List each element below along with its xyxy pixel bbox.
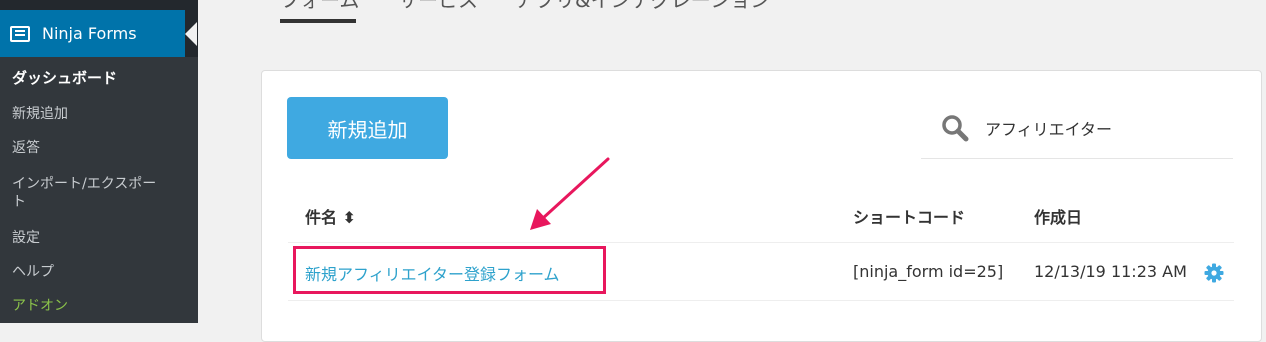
form-shortcode: [ninja_form id=25] xyxy=(853,262,1004,281)
sidebar-menu-label: Ninja Forms xyxy=(42,24,137,43)
table-row-divider xyxy=(288,300,1234,301)
tab-apps-integrations[interactable]: アプリ&インテグレーション xyxy=(515,0,770,12)
search-icon xyxy=(941,114,969,142)
tab-services[interactable]: サービス xyxy=(398,0,478,12)
callout-arrow xyxy=(530,157,610,230)
sidebar-top xyxy=(0,0,198,10)
form-list-icon xyxy=(10,25,30,42)
search-input-value[interactable]: アフィリエイター xyxy=(985,116,1112,140)
active-tab-indicator xyxy=(280,19,356,23)
form-created-date: 12/13/19 11:23 AM xyxy=(1034,262,1187,281)
sidebar-menu-ninja-forms[interactable]: Ninja Forms xyxy=(0,10,197,57)
column-header-date: 作成日 xyxy=(1034,208,1083,227)
sidebar-item-dashboard[interactable]: ダッシュボード xyxy=(12,68,117,88)
table-header-divider xyxy=(288,242,1234,243)
tab-forms[interactable]: フォーム xyxy=(280,0,359,12)
sidebar-item-addons[interactable]: アドオン xyxy=(12,296,68,316)
gear-icon[interactable] xyxy=(1204,263,1224,283)
add-new-button[interactable]: 新規追加 xyxy=(287,97,448,159)
column-header-title[interactable]: 件名 ⬍ xyxy=(305,204,356,228)
highlight-box xyxy=(293,246,606,294)
sidebar-item-import-export[interactable]: インポート/エクスポー xyxy=(12,174,156,194)
sidebar-item-settings[interactable]: 設定 xyxy=(12,228,40,248)
search-field[interactable]: アフィリエイター xyxy=(921,98,1233,159)
sidebar-item-add-new[interactable]: 新規追加 xyxy=(12,104,68,124)
sidebar-submenu: ダッシュボード 新規追加 返答 インポート/エクスポー ト 設定 ヘルプ アドオ… xyxy=(0,57,198,323)
sidebar-item-import-export-wrap[interactable]: ト xyxy=(12,192,26,212)
column-header-shortcode: ショートコード xyxy=(853,208,966,227)
sidebar-item-help[interactable]: ヘルプ xyxy=(12,262,54,282)
admin-sidebar: Ninja Forms ダッシュボード 新規追加 返答 インポート/エクスポー … xyxy=(0,0,198,323)
current-menu-arrow xyxy=(185,22,197,46)
sidebar-item-submissions[interactable]: 返答 xyxy=(12,138,40,158)
